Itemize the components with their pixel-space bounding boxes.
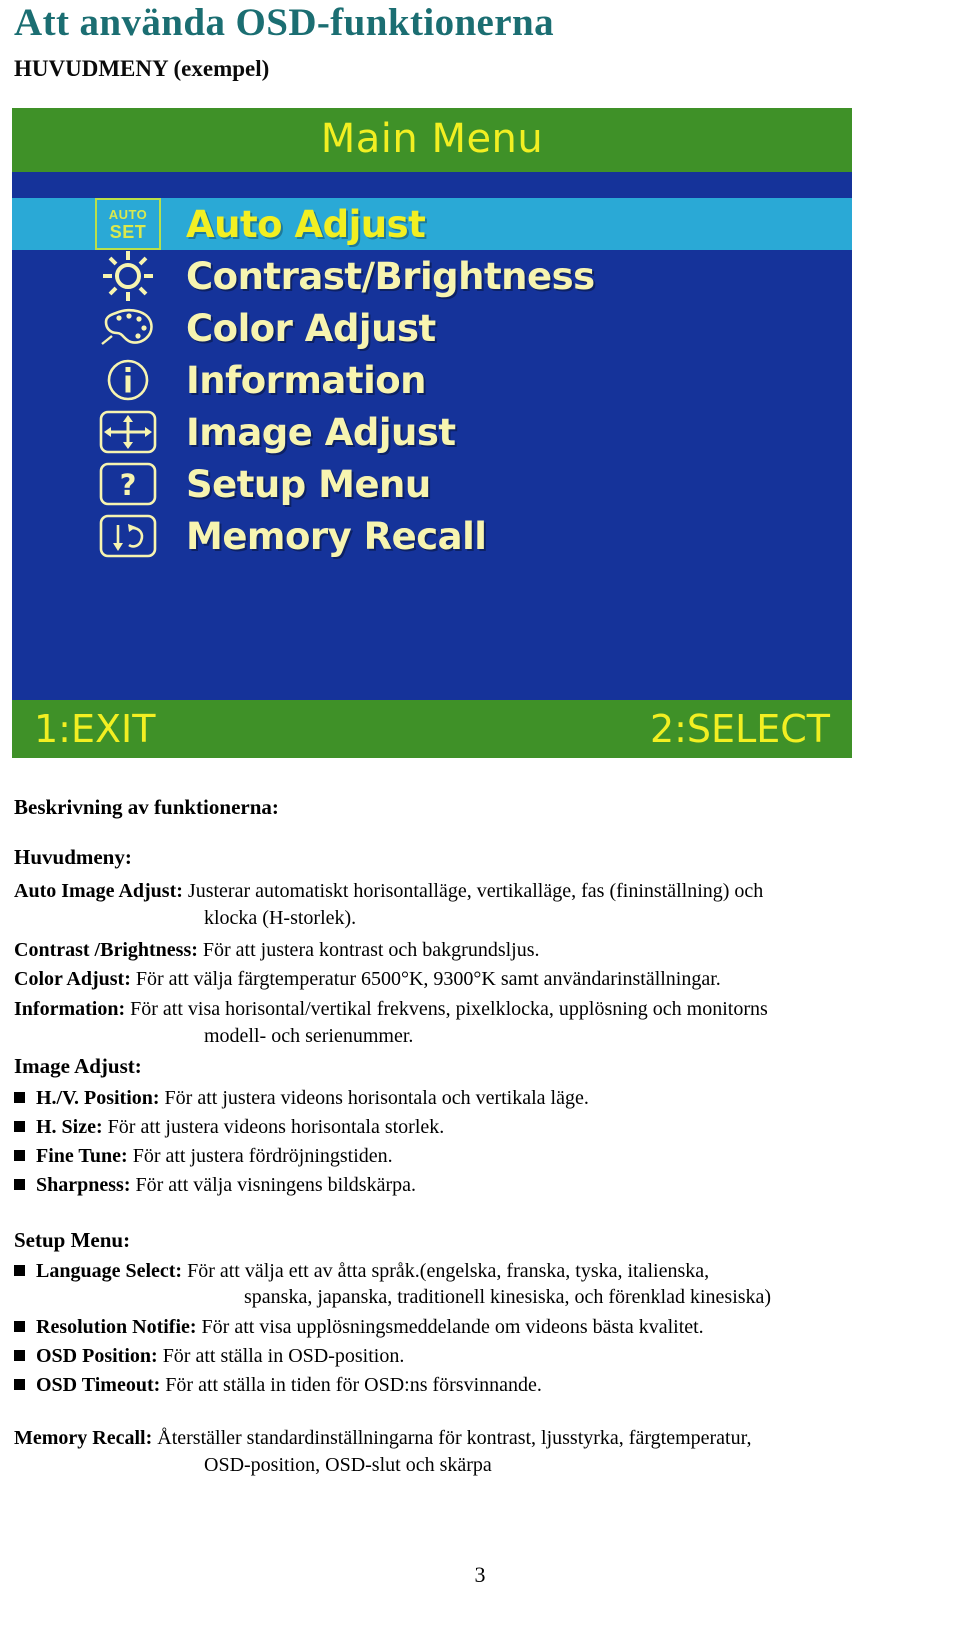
osd-item-setup-menu[interactable]: ? Setup Menu	[12, 458, 852, 510]
auto-set-icon-line2: SET	[109, 221, 147, 242]
memory-recall-text: Återställer standardinställningarna för …	[152, 1427, 752, 1449]
list-item: Sharpness: För att välja visningens bild…	[14, 1172, 914, 1198]
osd-item-contrast-brightness[interactable]: Contrast/Brightness	[12, 250, 852, 302]
osd-item-label: Image Adjust	[186, 410, 456, 454]
list-item: H./V. Position: För att justera videons …	[14, 1085, 914, 1111]
contrast-brightness-term: Contrast /Brightness:	[14, 939, 198, 961]
page-subtitle: HUVUDMENY (exempel)	[14, 56, 270, 81]
color-adjust-paragraph: Color Adjust: För att välja färgtemperat…	[14, 966, 914, 993]
color-adjust-text: För att välja färgtemperatur 6500°K, 930…	[130, 968, 721, 990]
image-adjust-item-text: För att justera videons horisontala och …	[159, 1087, 589, 1109]
auto-image-adjust-term: Auto Image Adjust:	[14, 880, 183, 902]
list-item: Language Select: För att välja ett av åt…	[14, 1258, 924, 1310]
square-bullet-icon	[14, 1092, 25, 1103]
osd-menu-list: AUTO SET Auto Adjust Contrast/Brightness…	[12, 198, 852, 730]
memory-recall-icon	[90, 510, 166, 562]
setup-menu-item-text: För att ställa in tiden för OSD:ns försv…	[160, 1374, 542, 1396]
memory-recall-paragraph: Memory Recall: Återställer standardinstä…	[14, 1425, 930, 1479]
setup-menu-item-text: För att välja ett av åtta språk.(engelsk…	[182, 1260, 710, 1282]
setup-menu-item-term: Language Select:	[36, 1260, 183, 1282]
setup-menu-item-text: För att visa upplösningsmeddelande om vi…	[196, 1316, 704, 1338]
setup-menu-item-text: För att ställa in OSD-position.	[157, 1345, 405, 1367]
osd-item-information[interactable]: Information	[12, 354, 852, 406]
list-item: Resolution Notifie: För att visa upplösn…	[14, 1314, 924, 1340]
image-adjust-item-text: För att välja visningens bildskärpa.	[130, 1174, 416, 1196]
image-adjust-arrows-icon	[90, 406, 166, 458]
osd-item-image-adjust[interactable]: Image Adjust	[12, 406, 852, 458]
osd-item-label: Memory Recall	[186, 514, 487, 558]
list-item: Fine Tune: För att justera fördröjningst…	[14, 1143, 914, 1169]
auto-set-icon: AUTO SET	[90, 198, 166, 250]
osd-title-gap	[12, 172, 852, 198]
osd-select-hint[interactable]: 2:SELECT	[650, 710, 830, 748]
image-adjust-item-term: H. Size:	[36, 1116, 103, 1138]
color-adjust-term: Color Adjust:	[14, 968, 131, 990]
osd-title: Main Menu	[320, 116, 544, 162]
auto-image-adjust-text: Justerar automatiskt horisontalläge, ver…	[182, 880, 764, 902]
setup-menu-item-term: OSD Timeout:	[36, 1374, 161, 1396]
information-icon	[90, 354, 166, 406]
setup-menu-item-term: OSD Position:	[36, 1345, 158, 1367]
osd-item-auto-adjust[interactable]: AUTO SET Auto Adjust	[12, 198, 852, 250]
auto-image-adjust-paragraph: Auto Image Adjust: Justerar automatiskt …	[14, 878, 914, 932]
page-number: 3	[474, 1562, 486, 1587]
square-bullet-icon	[14, 1321, 25, 1332]
image-adjust-heading: Image Adjust:	[14, 1054, 142, 1078]
setup-menu-heading: Setup Menu:	[14, 1228, 131, 1252]
brightness-sun-icon	[90, 250, 166, 302]
list-item: OSD Position: För att ställa in OSD-posi…	[14, 1343, 924, 1369]
osd-item-label: Setup Menu	[186, 462, 431, 506]
information-text: För att visa horisontal/vertikal frekven…	[125, 998, 768, 1020]
list-item: OSD Timeout: För att ställa in tiden för…	[14, 1372, 924, 1398]
list-item: H. Size: För att justera videons horison…	[14, 1114, 914, 1140]
setup-menu-item-term: Resolution Notifie:	[36, 1316, 197, 1338]
information-paragraph: Information: För att visa horisontal/ver…	[14, 996, 924, 1050]
main-menu-heading: Huvudmeny:	[14, 845, 132, 869]
square-bullet-icon	[14, 1150, 25, 1161]
image-adjust-item-term: H./V. Position:	[36, 1087, 160, 1109]
osd-item-label: Color Adjust	[186, 306, 436, 350]
image-adjust-item-term: Sharpness:	[36, 1174, 131, 1196]
color-palette-icon	[90, 302, 166, 354]
square-bullet-icon	[14, 1179, 25, 1190]
contrast-brightness-text: För att justera kontrast och bakgrundslj…	[197, 939, 540, 961]
svg-text:?: ?	[120, 468, 137, 502]
osd-item-label: Auto Adjust	[186, 202, 426, 246]
osd-title-bar: Main Menu	[12, 108, 852, 172]
image-adjust-item-text: För att justera fördröjningstiden.	[127, 1145, 393, 1167]
osd-exit-hint[interactable]: 1:EXIT	[34, 710, 155, 748]
square-bullet-icon	[14, 1379, 25, 1390]
square-bullet-icon	[14, 1350, 25, 1361]
image-adjust-item-text: För att justera videons horisontala stor…	[102, 1116, 445, 1138]
memory-recall-cont: OSD-position, OSD-slut och skärpa	[204, 1454, 492, 1476]
description-heading: Beskrivning av funktionerna:	[14, 795, 279, 819]
auto-set-icon-line1: AUTO	[108, 206, 148, 222]
square-bullet-icon	[14, 1121, 25, 1132]
setup-question-icon: ?	[90, 458, 166, 510]
square-bullet-icon	[14, 1265, 25, 1276]
osd-item-color-adjust[interactable]: Color Adjust	[12, 302, 852, 354]
memory-recall-term: Memory Recall:	[14, 1427, 153, 1449]
osd-item-label: Contrast/Brightness	[186, 254, 595, 298]
osd-main-menu-screenshot: Main Menu AUTO SET Auto Adjust Contrast/…	[12, 108, 852, 758]
osd-footer-bar: 1:EXIT 2:SELECT	[12, 700, 852, 758]
osd-item-label: Information	[186, 358, 427, 402]
contrast-brightness-paragraph: Contrast /Brightness: För att justera ko…	[14, 937, 914, 964]
image-adjust-item-term: Fine Tune:	[36, 1145, 128, 1167]
page-title: Att använda OSD-funktionerna	[14, 1, 554, 44]
auto-image-adjust-cont: klocka (H-storlek).	[204, 907, 357, 929]
setup-menu-item-cont: spanska, japanska, traditionell kinesisk…	[244, 1286, 772, 1308]
information-cont: modell- och serienummer.	[204, 1025, 414, 1047]
osd-item-memory-recall[interactable]: Memory Recall	[12, 510, 852, 562]
information-term: Information:	[14, 998, 126, 1020]
